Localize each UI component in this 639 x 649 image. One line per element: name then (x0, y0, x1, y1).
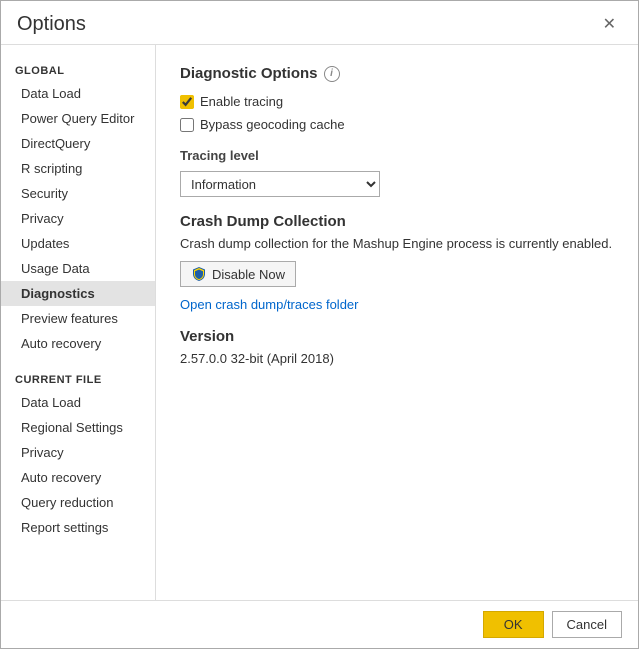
tracing-level-select[interactable]: Information Verbose Warning Error (180, 171, 380, 197)
shield-icon (191, 266, 207, 282)
sidebar-item-cf-data-load[interactable]: Data Load (1, 390, 155, 415)
sidebar-item-data-load[interactable]: Data Load (1, 81, 155, 106)
sidebar: GLOBAL Data Load Power Query Editor Dire… (1, 45, 156, 600)
content-area: Diagnostic Options i Enable tracing Bypa… (156, 45, 638, 600)
sidebar-item-privacy[interactable]: Privacy (1, 206, 155, 231)
sidebar-item-usage-data[interactable]: Usage Data (1, 256, 155, 281)
dialog-body: GLOBAL Data Load Power Query Editor Dire… (1, 44, 638, 600)
bypass-geocoding-row: Bypass geocoding cache (180, 117, 614, 132)
tracing-level-row: Information Verbose Warning Error (180, 171, 614, 197)
cancel-button[interactable]: Cancel (552, 611, 622, 638)
sidebar-item-direct-query[interactable]: DirectQuery (1, 131, 155, 156)
dialog-title: Options (17, 13, 86, 36)
sidebar-item-auto-recovery-global[interactable]: Auto recovery (1, 331, 155, 356)
sidebar-item-updates[interactable]: Updates (1, 231, 155, 256)
disable-now-button[interactable]: Disable Now (180, 261, 296, 287)
current-file-section-label: CURRENT FILE (1, 366, 155, 390)
sidebar-item-cf-query-reduction[interactable]: Query reduction (1, 490, 155, 515)
dialog-footer: OK Cancel (1, 600, 638, 648)
enable-tracing-label: Enable tracing (200, 94, 283, 109)
enable-tracing-checkbox[interactable] (180, 95, 194, 109)
sidebar-item-cf-privacy[interactable]: Privacy (1, 440, 155, 465)
enable-tracing-row: Enable tracing (180, 94, 614, 109)
open-crash-folder-link[interactable]: Open crash dump/traces folder (180, 297, 358, 312)
version-text: 2.57.0.0 32-bit (April 2018) (180, 351, 614, 366)
sidebar-item-diagnostics[interactable]: Diagnostics (1, 281, 155, 306)
title-bar: Options ✕ (1, 1, 638, 44)
tracing-level-title: Tracing level (180, 148, 614, 163)
close-button[interactable]: ✕ (597, 15, 622, 35)
sidebar-item-security[interactable]: Security (1, 181, 155, 206)
sidebar-item-cf-report-settings[interactable]: Report settings (1, 515, 155, 540)
info-icon: i (324, 66, 340, 82)
options-dialog: Options ✕ GLOBAL Data Load Power Query E… (0, 0, 639, 649)
sidebar-item-cf-auto-recovery[interactable]: Auto recovery (1, 465, 155, 490)
crash-dump-desc: Crash dump collection for the Mashup Eng… (180, 236, 614, 251)
sidebar-item-cf-regional-settings[interactable]: Regional Settings (1, 415, 155, 440)
diagnostic-options-title: Diagnostic Options (180, 65, 318, 82)
bypass-geocoding-label: Bypass geocoding cache (200, 117, 345, 132)
diagnostic-options-section: Diagnostic Options i (180, 65, 614, 82)
global-section-label: GLOBAL (1, 57, 155, 81)
version-title: Version (180, 328, 614, 345)
disable-now-label: Disable Now (212, 267, 285, 282)
sidebar-item-preview-features[interactable]: Preview features (1, 306, 155, 331)
bypass-geocoding-checkbox[interactable] (180, 118, 194, 132)
sidebar-item-power-query-editor[interactable]: Power Query Editor (1, 106, 155, 131)
ok-button[interactable]: OK (483, 611, 544, 638)
crash-dump-title: Crash Dump Collection (180, 213, 614, 230)
sidebar-item-r-scripting[interactable]: R scripting (1, 156, 155, 181)
